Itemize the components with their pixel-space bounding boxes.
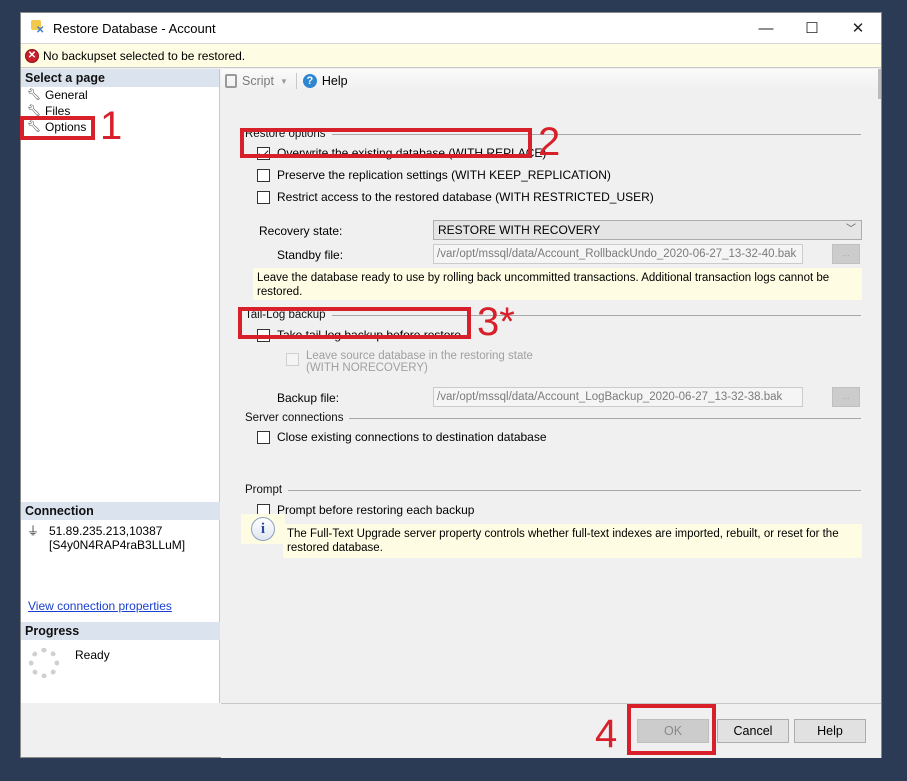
recovery-state-value: RESTORE WITH RECOVERY [438, 223, 601, 237]
annotation-box-1 [20, 116, 95, 140]
leave-restoring-sublabel: (WITH NORECOVERY) [306, 362, 428, 374]
script-button[interactable]: Script ▼ [225, 74, 288, 88]
full-text-info-note: The Full-Text Upgrade server property co… [283, 524, 862, 558]
annotation-number-1: 1 [100, 104, 123, 148]
preserve-replication-label: Preserve the replication settings (WITH … [277, 168, 611, 182]
backup-browse-button[interactable]: ... [832, 387, 860, 407]
dialog-button-bar: OK Cancel Help [221, 703, 881, 758]
help-toolbar-button[interactable]: ? Help [302, 74, 348, 88]
help-label: Help [321, 74, 348, 88]
chevron-down-icon: ﹀ [846, 224, 856, 235]
error-icon: ✕ [25, 48, 39, 63]
help-button[interactable]: Help [794, 719, 866, 743]
view-connection-properties-link[interactable]: View connection properties [28, 599, 172, 613]
prompt-each-label: Prompt before restoring each backup [277, 503, 475, 517]
server-connections-header: Server connections [245, 412, 344, 424]
server-user: [S4y0N4RAP4raB3LLuM] [49, 538, 186, 552]
standby-file-label: Standby file: [277, 248, 344, 262]
plug-icon: ⏚ [27, 524, 40, 538]
progress-spinner-icon [29, 648, 59, 678]
prompt-group: Prompt [245, 484, 861, 496]
annotation-number-2: 2 [538, 120, 561, 164]
scrollbar[interactable] [878, 69, 881, 99]
server-connections-group: Server connections [245, 412, 861, 424]
leave-restoring-label: Leave source database in the restoring s… [306, 350, 533, 362]
restrict-access-label: Restrict access to the restored database… [277, 190, 654, 204]
script-icon [225, 74, 237, 88]
progress-section: Progress Ready [21, 622, 220, 686]
recovery-state-select[interactable]: RESTORE WITH RECOVERY ﹀ [433, 220, 862, 240]
minimize-button[interactable]: — [743, 13, 789, 43]
warning-bar: ✕ No backupset selected to be restored. [21, 43, 881, 68]
backup-file-input[interactable]: /var/opt/mssql/data/Account_LogBackup_20… [433, 387, 803, 407]
backup-file-label: Backup file: [277, 391, 340, 405]
sidebar-item-general[interactable]: 🔧︎ General [21, 87, 219, 103]
cancel-button[interactable]: Cancel [717, 719, 789, 743]
leave-restoring-checkbox-row: Leave source database in the restoring s… [286, 350, 533, 374]
preserve-replication-checkbox[interactable] [257, 168, 270, 182]
maximize-button[interactable]: ☐ [789, 13, 835, 43]
annotation-number-4: 4 [595, 712, 618, 756]
connection-header: Connection [21, 502, 220, 520]
standby-file-input[interactable]: /var/opt/mssql/data/Account_RollbackUndo… [433, 244, 803, 264]
progress-status: Ready [75, 648, 110, 662]
page-selector-panel: Select a page 🔧︎ General 🔧︎ Files 🔧︎ Opt… [21, 69, 220, 703]
restrict-access-checkbox[interactable] [257, 190, 270, 204]
script-label: Script [242, 74, 274, 88]
wrench-icon: 🔧︎ [27, 89, 41, 101]
server-address: 51.89.235.213,10387 [49, 524, 163, 538]
toolbar-divider [295, 73, 297, 89]
close-button[interactable]: ✕ [835, 13, 881, 43]
prompt-header: Prompt [245, 484, 283, 496]
window-title: Restore Database - Account [53, 20, 216, 36]
annotation-box-3 [238, 307, 471, 339]
chevron-down-icon[interactable]: ▼ [280, 77, 288, 86]
recovery-note: Leave the database ready to use by rolli… [253, 268, 862, 300]
options-page: Script ▼ ? Help Restore options Overwrit… [221, 69, 881, 703]
recovery-state-label: Recovery state: [259, 224, 343, 238]
warning-text: No backupset selected to be restored. [43, 48, 246, 63]
prompt-each-checkbox-row[interactable]: Prompt before restoring each backup [257, 503, 474, 517]
annotation-number-3: 3* [477, 300, 515, 344]
close-connections-label: Close existing connections to destinatio… [277, 430, 547, 444]
restore-database-dialog: ✕ Restore Database - Account — ☐ ✕ ✕ No … [20, 12, 882, 758]
select-page-header: Select a page [21, 69, 219, 87]
progress-header: Progress [21, 622, 220, 640]
info-icon: i [241, 514, 285, 544]
help-icon: ? [302, 74, 317, 88]
leave-restoring-checkbox [286, 353, 299, 366]
connection-section: Connection ⏚ 51.89.235.213,10387 [S4y0N4… [21, 502, 220, 556]
preserve-replication-checkbox-row[interactable]: Preserve the replication settings (WITH … [257, 168, 611, 182]
toolbar: Script ▼ ? Help [221, 69, 881, 93]
close-connections-checkbox-row[interactable]: Close existing connections to destinatio… [257, 430, 547, 444]
standby-browse-button[interactable]: ... [832, 244, 860, 264]
close-connections-checkbox[interactable] [257, 430, 270, 444]
restrict-access-checkbox-row[interactable]: Restrict access to the restored database… [257, 190, 654, 204]
annotation-box-4 [627, 704, 716, 755]
title-bar: ✕ Restore Database - Account — ☐ ✕ [21, 13, 881, 43]
sidebar-item-label: General [45, 88, 88, 102]
annotation-box-2 [240, 128, 532, 158]
database-restore-icon: ✕ [29, 19, 47, 37]
